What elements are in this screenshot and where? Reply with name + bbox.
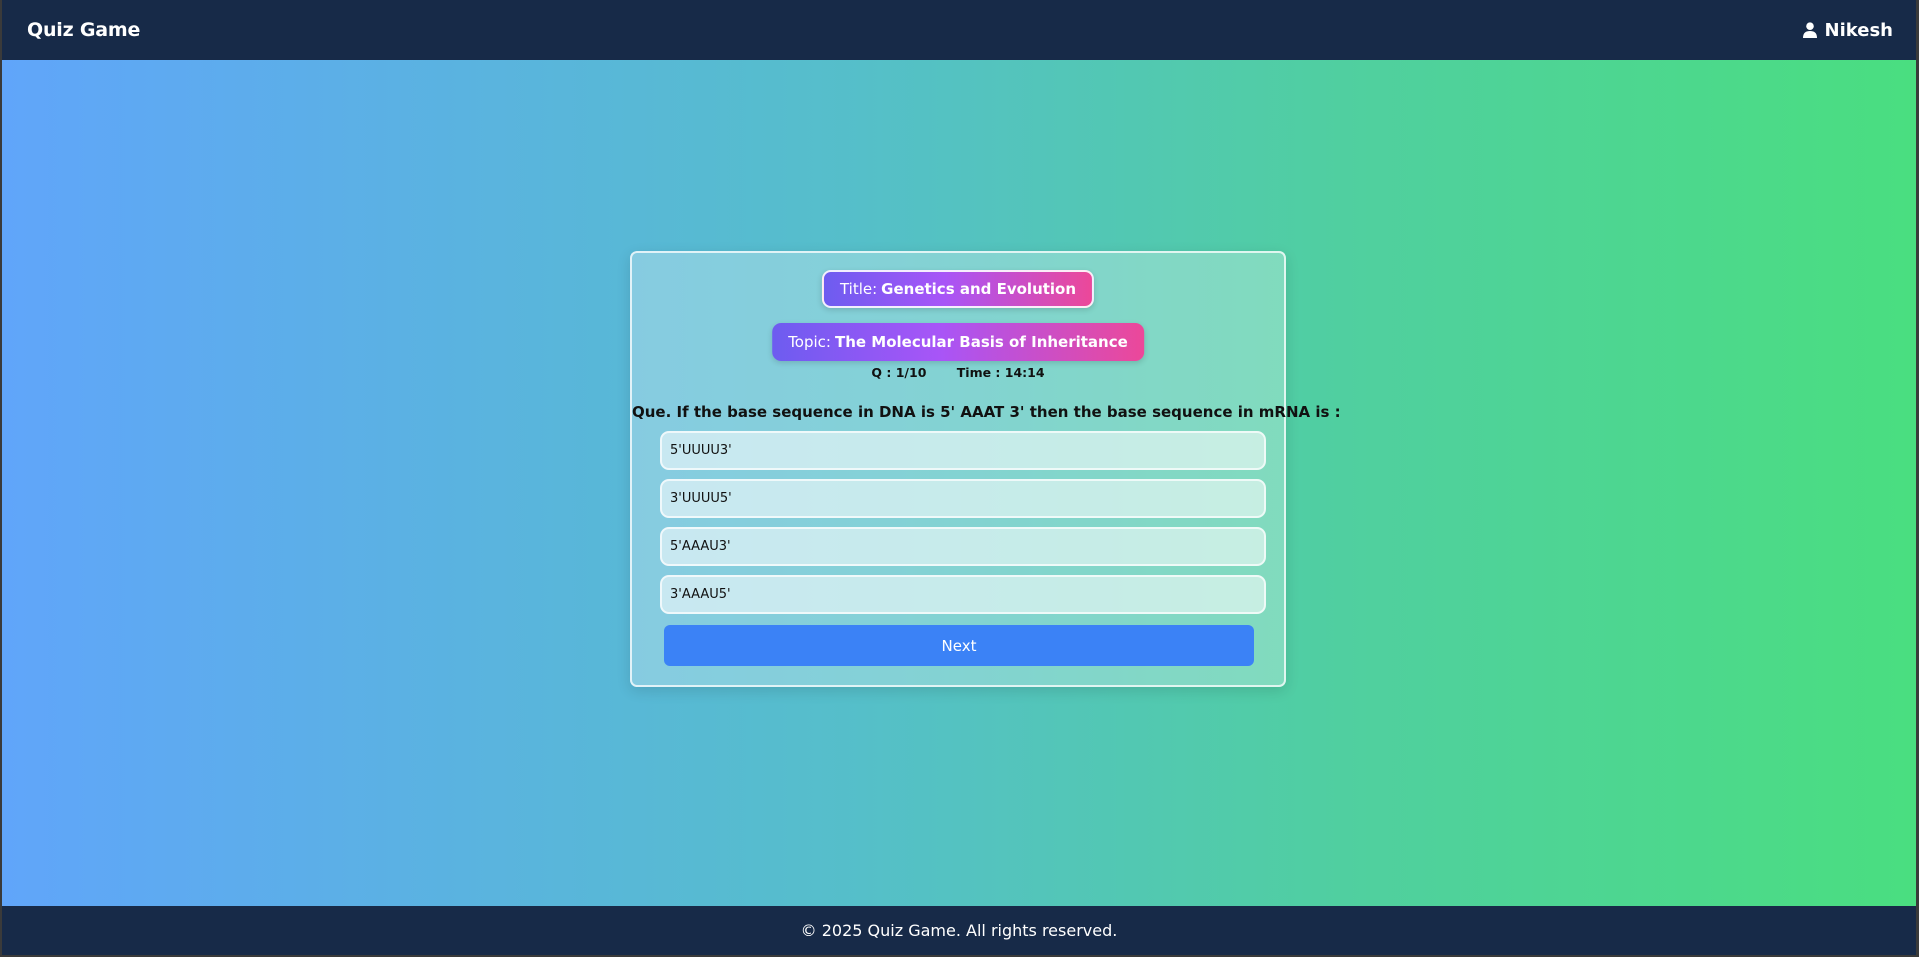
quiz-topic-badge: Topic: The Molecular Basis of Inheritanc… (772, 323, 1144, 361)
user-icon (1802, 22, 1817, 38)
quiz-title-label: Title: (839, 280, 878, 298)
user-menu[interactable]: Nikesh (1802, 19, 1893, 41)
brand-logo[interactable]: Quiz Game (27, 19, 140, 41)
navbar: Quiz Game Nikesh (2, 0, 1916, 60)
quiz-card: Title: Genetics and Evolution Topic: The… (630, 251, 1341, 687)
quiz-title-value: Genetics and Evolution (881, 280, 1077, 298)
answer-option[interactable]: 3'AAAU5' (660, 575, 1266, 614)
question-text: Que. If the base sequence in DNA is 5' A… (632, 403, 1341, 421)
footer: © 2025 Quiz Game. All rights reserved. (2, 906, 1916, 955)
main-area: Title: Genetics and Evolution Topic: The… (2, 60, 1916, 906)
answer-option[interactable]: 5'UUUU3' (660, 431, 1266, 470)
answer-option[interactable]: 5'AAAU3' (660, 527, 1266, 566)
quiz-title-badge: Title: Genetics and Evolution (821, 270, 1095, 308)
quiz-meta: Q : 1/10 Time : 14:14 (632, 365, 1284, 380)
answer-option[interactable]: 3'UUUU5' (660, 479, 1266, 518)
quiz-topic-value: The Molecular Basis of Inheritance (834, 333, 1128, 351)
quiz-timer: Time : 14:14 (956, 365, 1045, 380)
answer-options: 5'UUUU3' 3'UUUU5' 5'AAAU3' 3'AAAU5' (660, 431, 1266, 623)
quiz-topic-label: Topic: (788, 333, 831, 351)
app-frame: Quiz Game Nikesh Title: Genetics and Evo… (2, 0, 1916, 955)
user-name: Nikesh (1824, 19, 1893, 41)
footer-copyright: © 2025 Quiz Game. All rights reserved. (800, 921, 1118, 940)
question-counter: Q : 1/10 (871, 365, 927, 380)
next-button[interactable]: Next (664, 625, 1254, 666)
